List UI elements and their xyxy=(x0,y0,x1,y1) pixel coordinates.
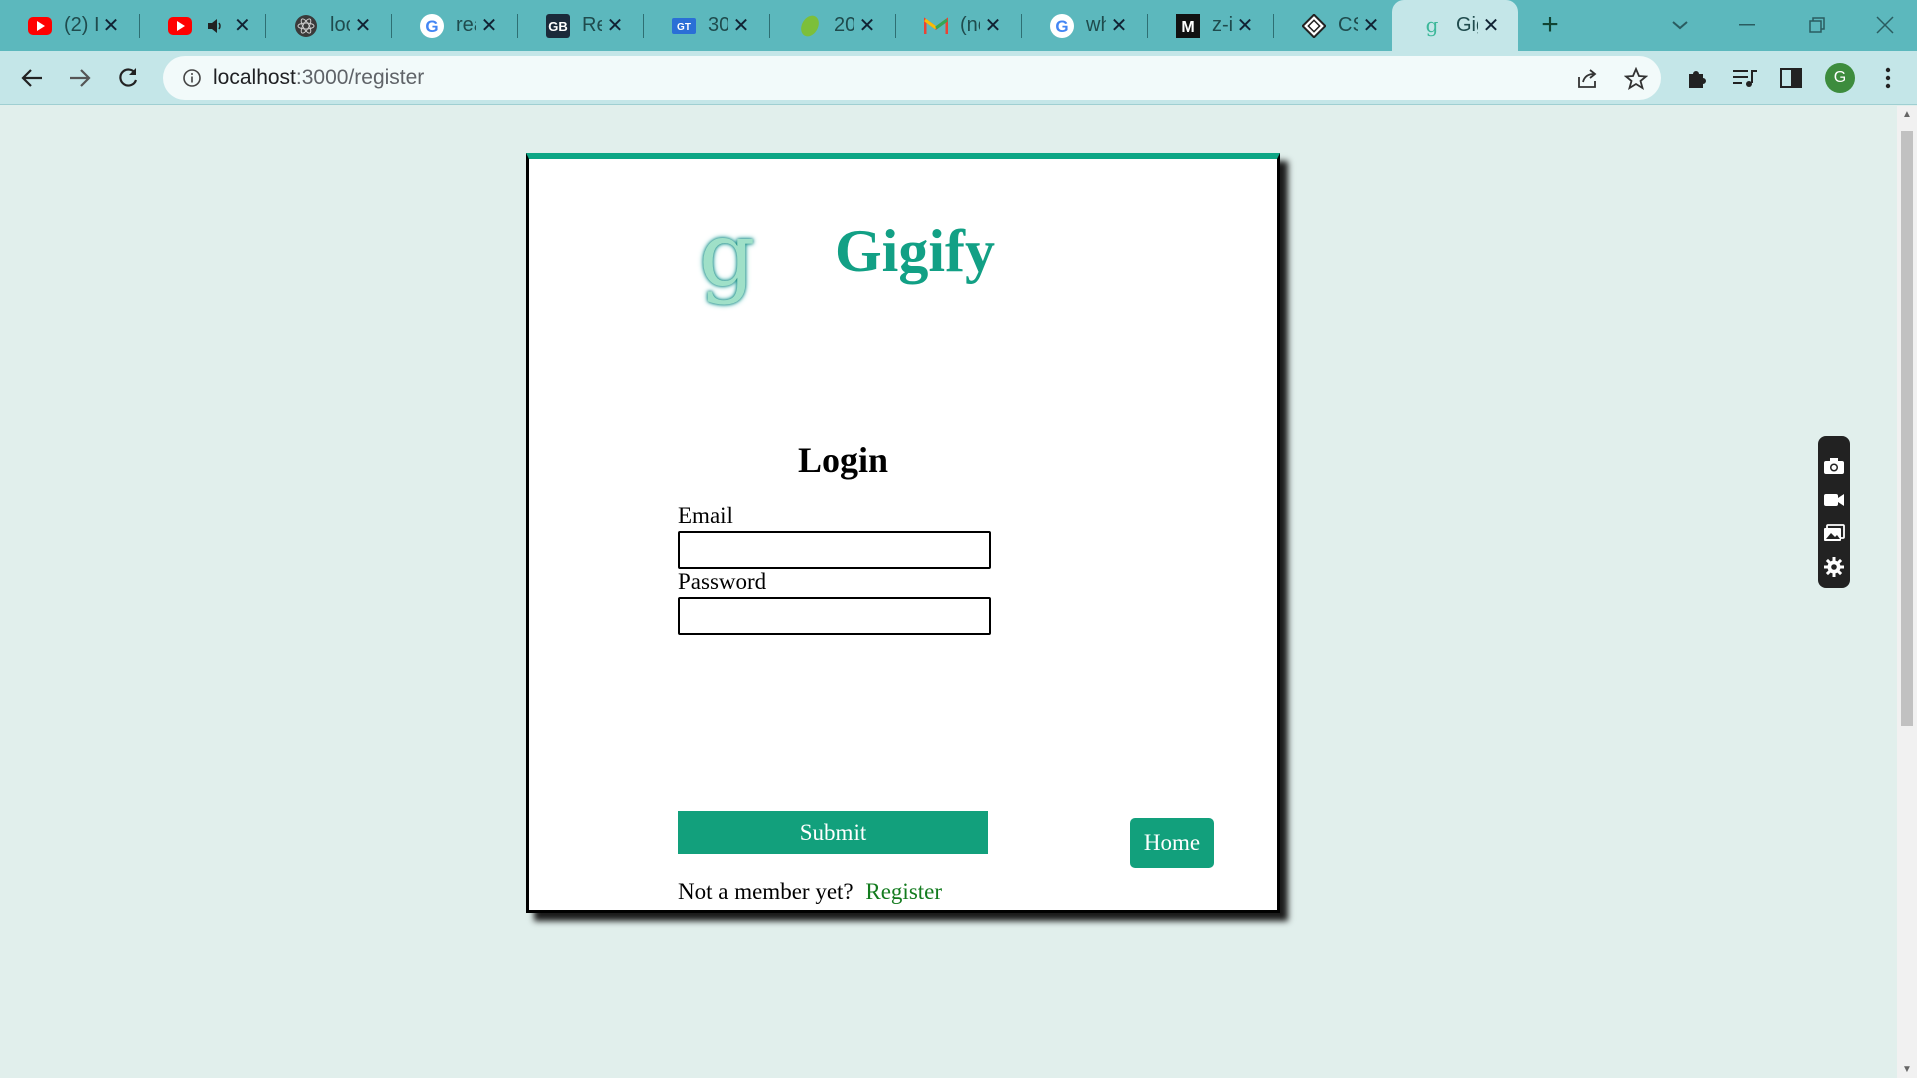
gallery-icon[interactable] xyxy=(1823,522,1845,544)
youtube-icon xyxy=(28,14,52,38)
scrollbar-thumb[interactable] xyxy=(1901,131,1913,726)
tab-title: Rea xyxy=(582,14,602,36)
brand-header: g Gigify xyxy=(699,203,995,309)
media-queue-icon[interactable] xyxy=(1731,64,1759,92)
code-icon: GB xyxy=(546,13,570,38)
restore-icon[interactable] xyxy=(1797,8,1837,42)
scroll-down-arrow-icon[interactable]: ▼ xyxy=(1901,1064,1913,1075)
react-icon xyxy=(294,14,318,38)
submit-button[interactable]: Submit xyxy=(678,811,988,854)
camera-icon[interactable] xyxy=(1823,455,1845,477)
brand-name: Gigify xyxy=(835,218,995,284)
close-tab-icon[interactable]: ✕ xyxy=(980,13,1006,38)
site-info-icon[interactable] xyxy=(180,66,204,90)
tab-leaf-20[interactable]: 20 I ✕ xyxy=(770,0,894,51)
back-button[interactable] xyxy=(14,60,50,96)
tab-title: z-in xyxy=(1212,14,1232,36)
close-tab-icon[interactable]: ✕ xyxy=(854,13,880,38)
url-host: localhost xyxy=(213,66,296,89)
close-tab-icon[interactable]: ✕ xyxy=(350,13,376,38)
profile-avatar[interactable]: G xyxy=(1825,63,1855,93)
leaf-icon xyxy=(798,14,822,38)
tab-strip: (2) I ✕ ✕ loca ✕ G reac ✕ GB Rea ✕ xyxy=(0,0,1917,51)
forward-button[interactable] xyxy=(62,60,98,96)
tab-title: loca xyxy=(330,14,350,36)
home-button[interactable]: Home xyxy=(1130,818,1214,868)
tab-title: 30+ xyxy=(708,14,728,36)
close-tab-icon[interactable]: ✕ xyxy=(234,13,251,38)
svg-text:G: G xyxy=(425,17,438,36)
scroll-up-arrow-icon[interactable]: ▲ xyxy=(1901,109,1913,120)
extensions-puzzle-icon[interactable] xyxy=(1683,64,1711,92)
css-diamond-icon xyxy=(1302,13,1326,38)
svg-text:GT: GT xyxy=(677,22,691,33)
capture-extension-toolbar xyxy=(1818,436,1850,588)
tab-title: reac xyxy=(456,14,476,36)
reload-button[interactable] xyxy=(110,60,146,96)
svg-text:G: G xyxy=(1055,17,1068,36)
tab-gt-30[interactable]: GT 30+ ✕ xyxy=(644,0,768,51)
speaker-icon[interactable] xyxy=(204,14,228,38)
email-label: Email xyxy=(678,503,733,528)
tab-z-index[interactable]: M z-in ✕ xyxy=(1148,0,1272,51)
tab-css[interactable]: CSS ✕ xyxy=(1274,0,1398,51)
password-label: Password xyxy=(678,569,767,594)
svg-text:GB: GB xyxy=(548,19,568,34)
browser-toolbar: localhost:3000/register G xyxy=(0,51,1917,105)
tab-gmail[interactable]: (no ✕ xyxy=(896,0,1020,51)
address-bar[interactable]: localhost:3000/register xyxy=(163,56,1661,100)
url-text[interactable]: localhost:3000/register xyxy=(213,66,424,90)
page-scrollbar[interactable]: ▲ ▼ xyxy=(1897,106,1917,1078)
more-menu-icon[interactable] xyxy=(1874,64,1902,92)
share-icon[interactable] xyxy=(1575,66,1601,92)
tab-title: (2) I xyxy=(64,14,98,36)
password-field[interactable] xyxy=(678,597,991,635)
gigify-logo: g xyxy=(699,203,756,306)
svg-text:M: M xyxy=(1181,19,1194,36)
tab-gigify-active[interactable]: g Gig ✕ xyxy=(1392,0,1518,51)
member-prompt-text: Not a member yet? xyxy=(678,879,854,904)
close-tab-icon[interactable]: ✕ xyxy=(602,13,628,38)
close-tab-icon[interactable]: ✕ xyxy=(98,13,124,38)
google-icon: G xyxy=(420,13,444,38)
side-panel-icon[interactable] xyxy=(1777,64,1805,92)
tab-youtube-2[interactable]: ✕ xyxy=(140,0,264,51)
close-tab-icon[interactable]: ✕ xyxy=(476,13,502,38)
tab-title: why xyxy=(1086,14,1106,36)
tab-title: CSS xyxy=(1338,14,1358,36)
close-tab-icon[interactable]: ✕ xyxy=(1232,13,1258,38)
email-field[interactable] xyxy=(678,531,991,569)
tab-react-local[interactable]: loca ✕ xyxy=(266,0,390,51)
m-icon: M xyxy=(1176,13,1200,38)
close-tab-icon[interactable]: ✕ xyxy=(728,13,754,38)
close-tab-icon[interactable]: ✕ xyxy=(1358,13,1384,38)
close-tab-icon[interactable]: ✕ xyxy=(1106,13,1132,38)
gigify-icon: g xyxy=(1420,14,1444,38)
tab-title: (no xyxy=(960,14,980,36)
gt-icon: GT xyxy=(672,14,696,38)
form-title: Login xyxy=(798,440,889,480)
close-window-icon[interactable] xyxy=(1865,8,1905,42)
tab-title: Gig xyxy=(1456,14,1478,36)
tab-youtube-1[interactable]: (2) I ✕ xyxy=(0,0,138,51)
login-card: g Gigify Login Email Password Submit Not… xyxy=(526,153,1280,913)
register-prompt: Not a member yet? Register xyxy=(678,879,942,905)
google-icon: G xyxy=(1050,13,1074,38)
tab-google-react[interactable]: G reac ✕ xyxy=(392,0,516,51)
tab-code-react[interactable]: GB Rea ✕ xyxy=(518,0,642,51)
minimize-icon[interactable] xyxy=(1727,8,1767,42)
close-tab-icon[interactable]: ✕ xyxy=(1478,13,1504,38)
bookmark-star-icon[interactable] xyxy=(1623,66,1649,92)
new-tab-button[interactable]: + xyxy=(1533,8,1567,42)
settings-gear-icon[interactable] xyxy=(1823,556,1845,578)
gmail-icon xyxy=(924,14,948,38)
tab-search-icon[interactable] xyxy=(1660,8,1700,42)
video-icon[interactable] xyxy=(1823,489,1845,511)
tab-google-why[interactable]: G why ✕ xyxy=(1022,0,1146,51)
register-link[interactable]: Register xyxy=(865,879,942,904)
svg-text:g: g xyxy=(1426,14,1439,37)
url-path: :3000/register xyxy=(295,66,425,89)
tab-title: 20 I xyxy=(834,14,854,36)
youtube-icon xyxy=(168,14,192,38)
